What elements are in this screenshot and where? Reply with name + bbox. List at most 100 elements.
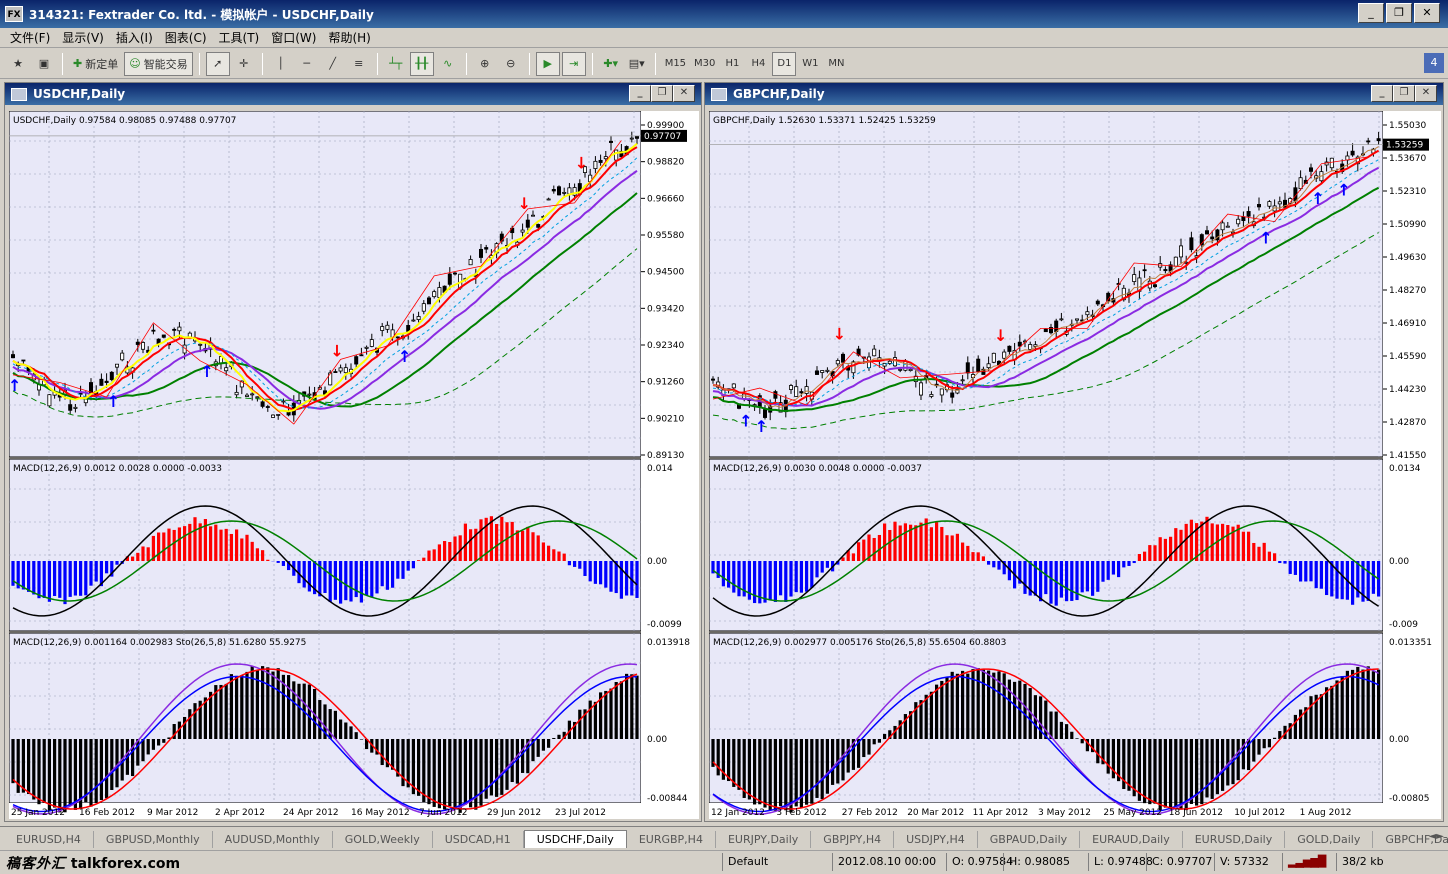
price-info-label: USDCHF,Daily 0.97584 0.98085 0.97488 0.9… xyxy=(13,116,236,126)
menu-charts[interactable]: 图表(C) xyxy=(159,29,213,46)
zoom-in-button[interactable]: ⊕ xyxy=(473,52,497,76)
sto-histogram-bar xyxy=(32,739,36,800)
chart-minimize-button[interactable]: _ xyxy=(1371,85,1393,102)
trendline-tool[interactable]: ╱ xyxy=(321,52,345,76)
chart-close-button[interactable]: ✕ xyxy=(673,85,695,102)
zoom-out-button[interactable]: ⊖ xyxy=(499,52,523,76)
tab-audusd-monthly[interactable]: AUDUSD,Monthly xyxy=(213,831,333,848)
candle-body xyxy=(562,191,567,194)
fibonacci-tool[interactable]: ≡ xyxy=(347,52,371,76)
corner-badge[interactable]: 4 xyxy=(1424,53,1444,73)
tab-gbpusd-monthly[interactable]: GBPUSD,Monthly xyxy=(94,831,213,848)
candle-chart-button[interactable]: ╂╂ xyxy=(409,51,434,76)
tab-scroll-arrows[interactable]: ◄► xyxy=(1429,831,1444,842)
tab-eurjpy-daily[interactable]: EURJPY,Daily xyxy=(716,831,812,848)
chart-shift-button[interactable]: ⇥ xyxy=(561,51,586,76)
chart-minimize-button[interactable]: _ xyxy=(629,85,651,102)
timeframe-h4[interactable]: H4 xyxy=(746,52,770,76)
macd-histogram-bar xyxy=(810,561,814,588)
sto-histogram-bar xyxy=(11,739,15,784)
sto-histogram-bar xyxy=(1127,739,1131,791)
cursor-tool[interactable]: ➚ xyxy=(205,51,230,76)
macd-histogram-bar xyxy=(997,561,1001,570)
sto-histogram-bar xyxy=(1377,669,1381,739)
tab-usdjpy-h4[interactable]: USDJPY,H4 xyxy=(894,831,978,848)
indicators-icon: ✚▾ xyxy=(603,57,619,70)
line-chart-button[interactable]: ∿ xyxy=(436,52,460,76)
restore-button[interactable]: ❐ xyxy=(1386,3,1412,23)
timeframe-d1[interactable]: D1 xyxy=(772,51,797,76)
indicators-button[interactable]: ✚▾ xyxy=(599,52,623,76)
menu-window[interactable]: 窗口(W) xyxy=(265,29,322,46)
macd-histogram-bar xyxy=(1080,561,1084,593)
menu-view[interactable]: 显示(V) xyxy=(56,29,110,46)
sto-histogram-bar xyxy=(339,719,343,739)
expert-advisor-button[interactable]: ☺ 智能交易 xyxy=(124,51,193,76)
crosshair-tool[interactable]: ✛ xyxy=(232,52,256,76)
minimize-button[interactable]: _ xyxy=(1358,3,1384,23)
tab-euraud-daily[interactable]: EURAUD,Daily xyxy=(1080,831,1183,848)
candle-body xyxy=(177,326,182,332)
macd-histogram-bar xyxy=(1137,553,1141,561)
candle-body xyxy=(898,368,903,371)
chart-window-gbpchf[interactable]: GBPCHF,Daily _ ❐ ✕ ↑ ↓ ↓ ↑ ↑ ↑ ↑ GBPCHF,Daily 1… xyxy=(704,82,1444,822)
menu-file[interactable]: 文件(F) xyxy=(4,29,56,46)
status-divider xyxy=(1282,853,1283,871)
usdchf-chart-canvas[interactable]: ↑ ↓ ↑ ↑ ↑ ↓ ↓ USDCHF,Daily 0.97584 0.98085 0.97… xyxy=(9,111,699,819)
candle-body xyxy=(603,156,608,160)
sto-histogram-bar xyxy=(831,739,835,785)
sto-histogram-bar xyxy=(872,739,876,745)
sto-histogram-bar xyxy=(479,739,483,806)
profiles-button[interactable]: ★ xyxy=(6,52,30,76)
sto-histogram-bar xyxy=(1205,739,1209,798)
sto-histogram-bar xyxy=(354,732,358,739)
sto-histogram-bar xyxy=(929,691,933,739)
macd-histogram-bar xyxy=(21,561,25,590)
tab-eurgbp-h4[interactable]: EURGBP,H4 xyxy=(627,831,716,848)
autoscroll-button[interactable]: ▶ xyxy=(535,51,560,76)
timeframe-m15[interactable]: M15 xyxy=(662,52,689,76)
close-button[interactable]: ✕ xyxy=(1414,3,1440,23)
sto-histogram-bar xyxy=(47,739,51,811)
candle-body xyxy=(161,334,166,338)
macd-histogram-bar xyxy=(815,561,819,578)
timeframe-h1[interactable]: H1 xyxy=(720,52,744,76)
tab-gbpjpy-h4[interactable]: GBPJPY,H4 xyxy=(811,831,895,848)
chart-restore-button[interactable]: ❐ xyxy=(651,85,673,102)
vertical-line-tool[interactable]: │ xyxy=(269,52,293,76)
sto-histogram-bar xyxy=(732,739,736,787)
menu-insert[interactable]: 插入(I) xyxy=(110,29,159,46)
minimize-icon: _ xyxy=(1379,87,1385,98)
sto-histogram-bar xyxy=(229,674,233,739)
sto-histogram-bar xyxy=(417,739,421,796)
menu-help[interactable]: 帮助(H) xyxy=(322,29,376,46)
periods-button[interactable]: ▤▾ xyxy=(625,52,649,76)
tab-gold-daily[interactable]: GOLD,Daily xyxy=(1285,831,1374,848)
new-order-button[interactable]: ✚ 新定单 xyxy=(69,52,122,76)
candle-body xyxy=(887,360,892,364)
horizontal-line-tool[interactable]: ─ xyxy=(295,52,319,76)
chart-window-usdchf[interactable]: USDCHF,Daily _ ❐ ✕ ↑ ↓ ↑ ↑ ↑ ↓ ↓ USDCHF,Daily 0… xyxy=(4,82,702,822)
tab-gold-weekly[interactable]: GOLD,Weekly xyxy=(333,831,433,848)
gbpchf-chart-canvas[interactable]: ↑↓ ↓↑ ↑↑↑GBPCHF,Daily 1.52630 1.53371 1.52… xyxy=(709,111,1441,819)
tab-eurusd-daily[interactable]: EURUSD,Daily xyxy=(1183,831,1286,848)
candle-body xyxy=(395,336,400,339)
sto-histogram-bar xyxy=(1299,709,1303,739)
chart-close-button[interactable]: ✕ xyxy=(1415,85,1437,102)
market-watch-button[interactable]: ▣ xyxy=(32,52,56,76)
chart-window-icon xyxy=(11,87,27,101)
chart-restore-button[interactable]: ❐ xyxy=(1393,85,1415,102)
timeframe-w1[interactable]: W1 xyxy=(798,52,822,76)
tab-usdcad-h1[interactable]: USDCAD,H1 xyxy=(433,831,524,848)
candle-body xyxy=(872,348,877,357)
cursor-icon: ➚ xyxy=(213,57,223,70)
tab-gbpaud-daily[interactable]: GBPAUD,Daily xyxy=(978,831,1081,848)
timeframe-mn[interactable]: MN xyxy=(824,52,848,76)
bar-chart-button[interactable]: ┴┬ xyxy=(384,52,408,76)
menu-tools[interactable]: 工具(T) xyxy=(213,29,266,46)
macd-histogram-bar xyxy=(443,541,447,561)
sto-histogram-bar xyxy=(593,701,597,739)
tab-eurusd-h4[interactable]: EURUSD,H4 xyxy=(4,831,94,848)
tab-usdchf-daily[interactable]: USDCHF,Daily xyxy=(523,830,627,848)
timeframe-m30[interactable]: M30 xyxy=(691,52,718,76)
